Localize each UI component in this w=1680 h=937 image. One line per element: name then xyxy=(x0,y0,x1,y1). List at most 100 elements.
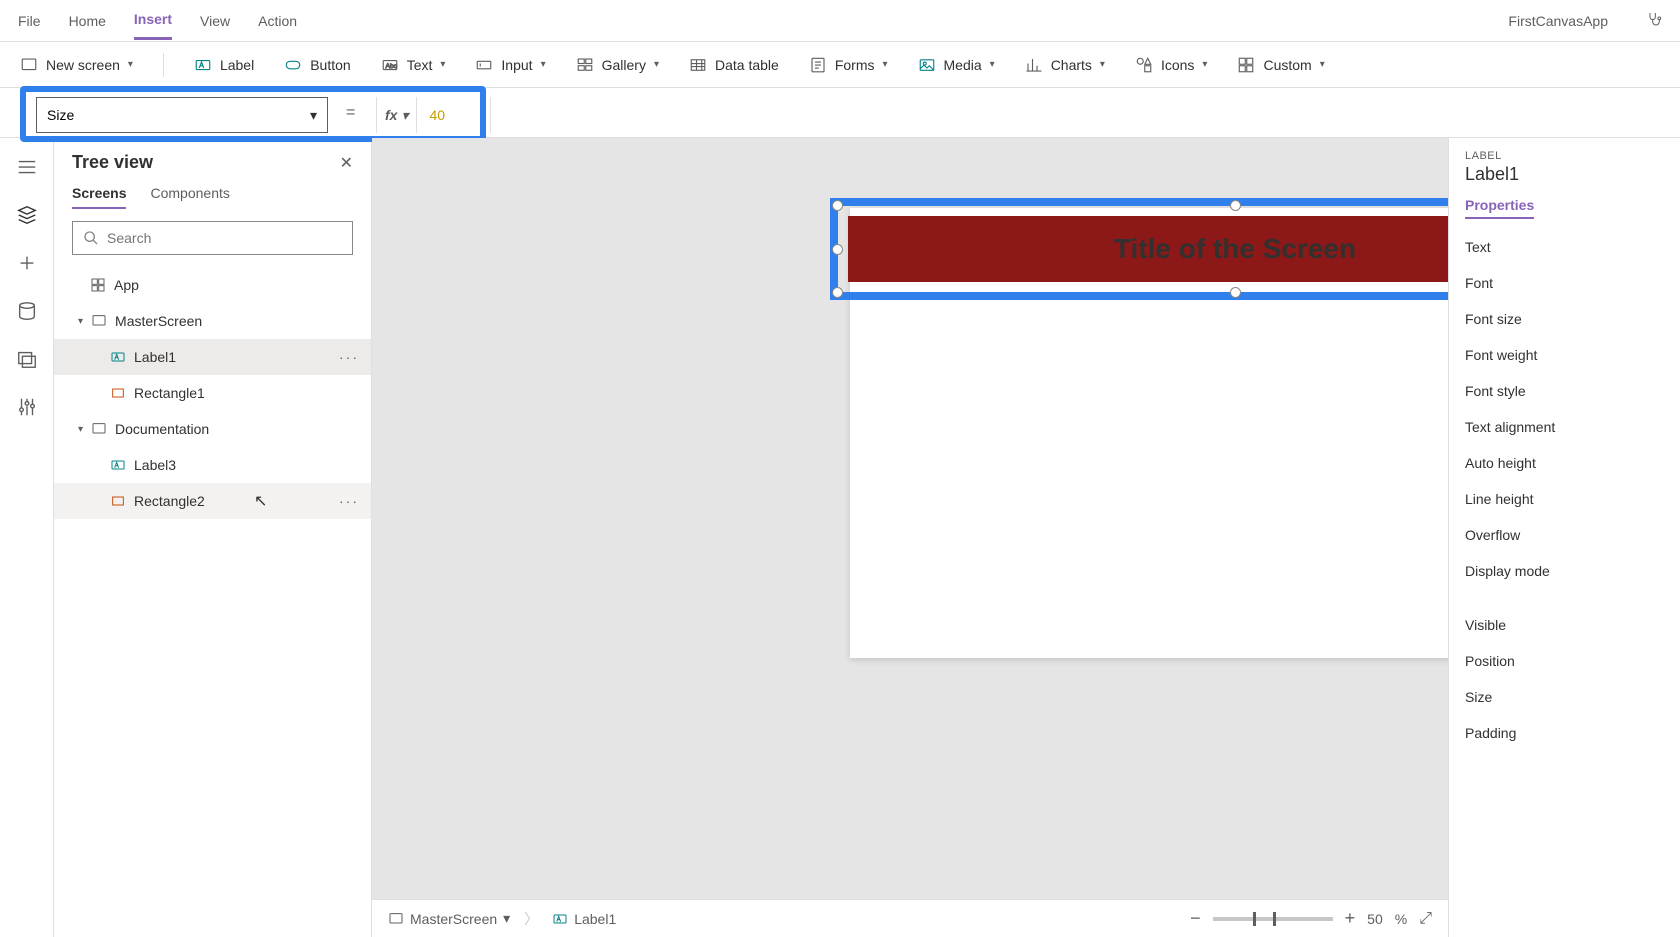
canvas[interactable]: Title of the Screen MasterScreen ▾ 〉 Lab… xyxy=(372,138,1448,937)
tree-list: App ▾ MasterScreen Label1 ··· Rectangle1 xyxy=(54,267,371,937)
app-checker-icon[interactable] xyxy=(1646,11,1662,30)
label-icon xyxy=(110,349,126,365)
property-selector-input[interactable] xyxy=(47,107,267,123)
insert-label-button[interactable]: Label xyxy=(194,56,254,74)
insert-button-button[interactable]: Button xyxy=(284,56,350,74)
insert-media-button[interactable]: Media ▾ xyxy=(918,56,995,74)
tree-control-rectangle2[interactable]: Rectangle2 ↖ ··· xyxy=(54,483,371,519)
close-icon[interactable]: ✕ xyxy=(340,153,353,173)
tree-search-input[interactable] xyxy=(107,230,342,246)
hamburger-icon[interactable] xyxy=(16,156,38,178)
chevron-down-icon: ▾ xyxy=(541,59,546,70)
fx-icon[interactable]: fx▾ xyxy=(376,97,416,133)
property-selector[interactable]: ▾ xyxy=(36,97,328,133)
left-rail xyxy=(0,138,54,937)
prop-text[interactable]: Text xyxy=(1465,229,1680,265)
prop-visible[interactable]: Visible xyxy=(1465,607,1680,643)
properties-name[interactable]: Label1 xyxy=(1465,164,1680,185)
tree-item-label: Rectangle2 xyxy=(134,493,205,509)
svg-text:Abc: Abc xyxy=(385,63,397,70)
tree-view-title: Tree view xyxy=(72,152,153,173)
tree-control-label3[interactable]: Label3 xyxy=(54,447,371,483)
insert-gallery-button[interactable]: Gallery ▾ xyxy=(576,56,659,74)
insert-forms-button[interactable]: Forms ▾ xyxy=(809,56,888,74)
tree-item-label: App xyxy=(114,277,139,293)
chevron-down-icon: ▾ xyxy=(990,59,995,70)
insert-custom-label: Custom xyxy=(1263,57,1311,73)
media-pane-icon[interactable] xyxy=(16,348,38,370)
menu-file[interactable]: File xyxy=(18,3,41,39)
tree-screen-masterscreen[interactable]: ▾ MasterScreen xyxy=(54,303,371,339)
formula-value[interactable]: 40 xyxy=(416,97,457,133)
formula-input-area[interactable] xyxy=(490,97,1680,133)
tree-view-icon[interactable] xyxy=(16,204,38,226)
chevron-down-icon: ▾ xyxy=(1202,59,1207,70)
breadcrumb-screen-label: MasterScreen xyxy=(410,911,497,927)
tab-components[interactable]: Components xyxy=(150,185,229,209)
zoom-out-button[interactable]: − xyxy=(1190,908,1201,929)
ribbon: New screen ▾ Label Button Abc Text ▾ Inp… xyxy=(0,42,1680,88)
prop-font-weight[interactable]: Font weight xyxy=(1465,337,1680,373)
menu-action[interactable]: Action xyxy=(258,3,297,39)
zoom-value: 50 xyxy=(1367,911,1383,927)
screen-icon xyxy=(91,313,107,329)
tree-screen-documentation[interactable]: ▾ Documentation xyxy=(54,411,371,447)
breadcrumb-bar: MasterScreen ▾ 〉 Label1 − + 50 % ⤢ xyxy=(372,899,1448,937)
prop-overflow[interactable]: Overflow xyxy=(1465,517,1680,553)
new-screen-button[interactable]: New screen ▾ xyxy=(20,56,133,74)
insert-text-button[interactable]: Abc Text ▾ xyxy=(381,56,446,74)
insert-input-button[interactable]: Input ▾ xyxy=(475,56,545,74)
fx-area: fx▾ 40 xyxy=(376,97,457,133)
prop-padding[interactable]: Padding xyxy=(1465,715,1680,751)
zoom-in-button[interactable]: + xyxy=(1345,908,1356,929)
insert-pane-icon[interactable] xyxy=(16,252,38,274)
main-area: Tree view ✕ Screens Components App ▾ Mas… xyxy=(0,138,1680,937)
prop-display-mode[interactable]: Display mode xyxy=(1465,553,1680,589)
tree-item-label: Label3 xyxy=(134,457,176,473)
prop-line-height[interactable]: Line height xyxy=(1465,481,1680,517)
data-icon[interactable] xyxy=(16,300,38,322)
prop-font[interactable]: Font xyxy=(1465,265,1680,301)
prop-font-size[interactable]: Font size xyxy=(1465,301,1680,337)
chevron-down-icon[interactable]: ▾ xyxy=(78,424,83,435)
menu-home[interactable]: Home xyxy=(69,3,106,39)
label-icon xyxy=(552,911,568,927)
prop-text-alignment[interactable]: Text alignment xyxy=(1465,409,1680,445)
chevron-down-icon: ▾ xyxy=(1100,59,1105,70)
advanced-tools-icon[interactable] xyxy=(16,396,38,418)
chevron-down-icon[interactable]: ▾ xyxy=(503,910,510,927)
resize-handle[interactable] xyxy=(1230,287,1241,298)
menu-insert[interactable]: Insert xyxy=(134,1,172,40)
insert-charts-button[interactable]: Charts ▾ xyxy=(1025,56,1105,74)
more-icon[interactable]: ··· xyxy=(339,349,359,365)
resize-handle[interactable] xyxy=(1230,200,1241,211)
prop-size[interactable]: Size xyxy=(1465,679,1680,715)
insert-custom-button[interactable]: Custom ▾ xyxy=(1237,56,1324,74)
tree-search[interactable] xyxy=(72,221,353,255)
breadcrumb-separator: 〉 xyxy=(524,909,538,929)
fit-screen-icon[interactable]: ⤢ xyxy=(1419,910,1432,928)
selected-label-control[interactable]: Title of the Screen xyxy=(830,198,1448,300)
resize-handle[interactable] xyxy=(832,287,843,298)
zoom-slider[interactable] xyxy=(1213,917,1333,921)
properties-tab[interactable]: Properties xyxy=(1465,197,1534,219)
chevron-down-icon[interactable]: ▾ xyxy=(78,316,83,327)
insert-icons-button[interactable]: Icons ▾ xyxy=(1135,56,1208,74)
resize-handle[interactable] xyxy=(832,244,843,255)
screen-icon xyxy=(388,911,404,927)
breadcrumb-screen[interactable]: MasterScreen ▾ xyxy=(388,910,510,927)
prop-font-style[interactable]: Font style xyxy=(1465,373,1680,409)
resize-handle[interactable] xyxy=(832,200,843,211)
breadcrumb-control[interactable]: Label1 xyxy=(552,911,616,927)
tree-control-label1[interactable]: Label1 ··· xyxy=(54,339,371,375)
prop-position[interactable]: Position xyxy=(1465,643,1680,679)
more-icon[interactable]: ··· xyxy=(339,493,359,509)
chevron-down-icon[interactable]: ▾ xyxy=(310,107,317,124)
menu-view[interactable]: View xyxy=(200,3,230,39)
insert-datatable-button[interactable]: Data table xyxy=(689,56,779,74)
prop-auto-height[interactable]: Auto height xyxy=(1465,445,1680,481)
tree-app-node[interactable]: App xyxy=(54,267,371,303)
tab-screens[interactable]: Screens xyxy=(72,185,126,209)
tree-control-rectangle1[interactable]: Rectangle1 xyxy=(54,375,371,411)
insert-forms-label: Forms xyxy=(835,57,875,73)
